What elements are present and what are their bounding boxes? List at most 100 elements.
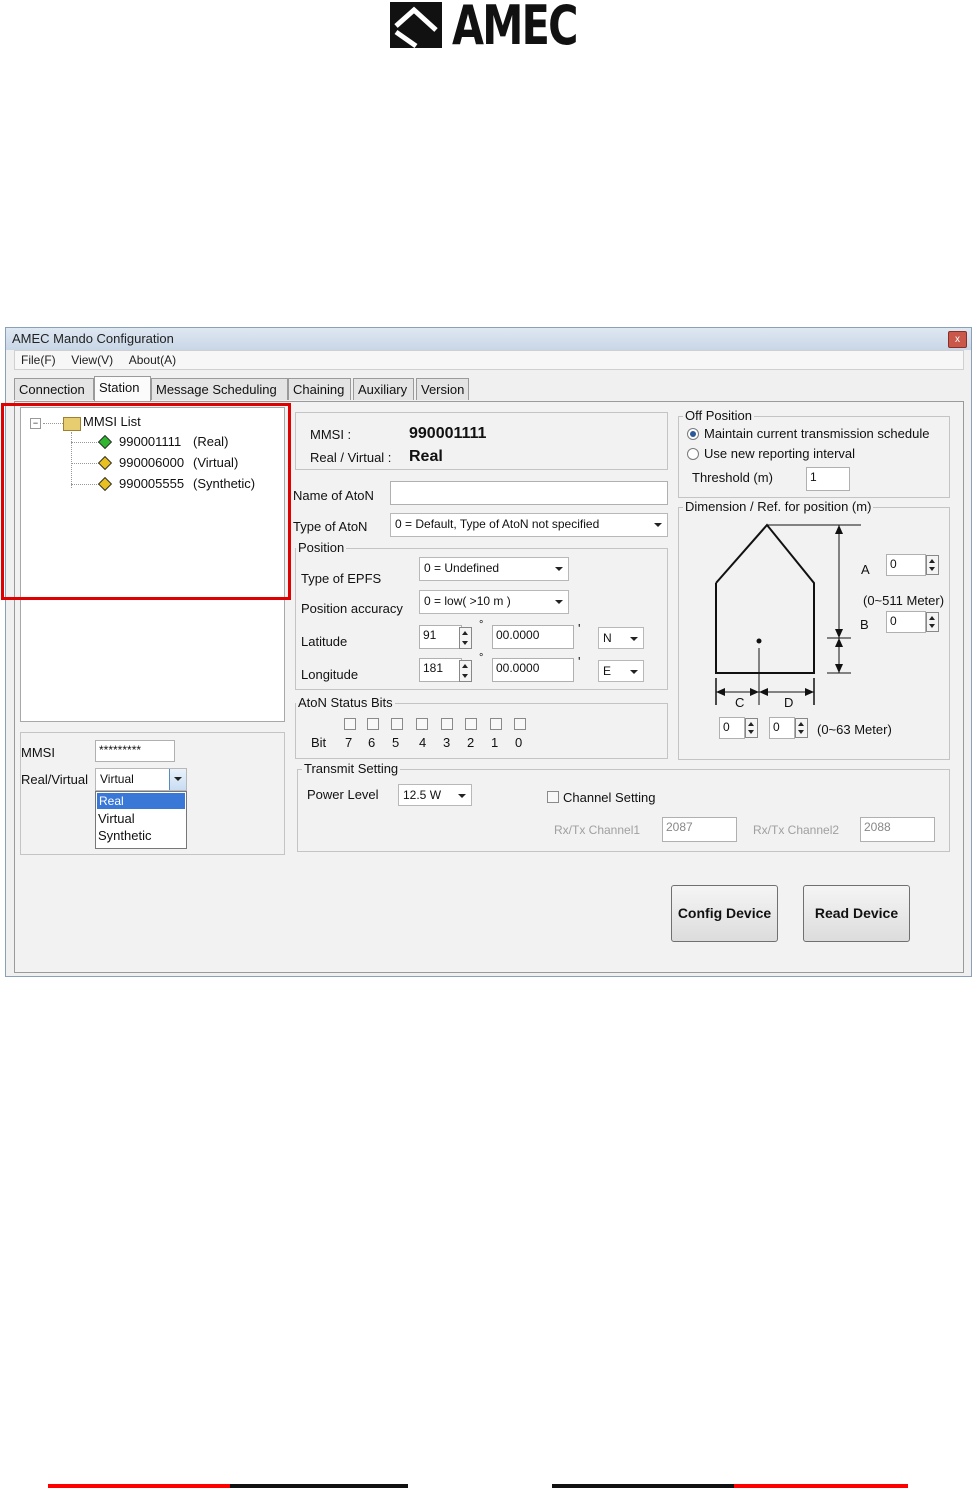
longitude-direction-select[interactable]: E bbox=[598, 660, 644, 682]
latitude-degree-spinner[interactable] bbox=[459, 627, 472, 649]
dim-b-input[interactable]: 0 bbox=[886, 611, 926, 633]
option-synthetic[interactable]: Synthetic bbox=[96, 827, 186, 844]
tab-version[interactable]: Version bbox=[416, 378, 469, 400]
transmit-title: Transmit Setting bbox=[302, 761, 401, 776]
dim-a-label: A bbox=[861, 562, 870, 577]
status-bit-0-checkbox[interactable] bbox=[514, 718, 526, 730]
maintain-schedule-label: Maintain current transmission schedule bbox=[704, 426, 930, 441]
epfs-select[interactable]: 0 = Undefined bbox=[419, 557, 569, 581]
mmsi-input[interactable]: ********* bbox=[95, 740, 175, 762]
maintain-schedule-radio[interactable] bbox=[687, 428, 699, 440]
tab-station[interactable]: Station bbox=[94, 376, 151, 402]
chevron-down-icon bbox=[630, 637, 638, 641]
read-device-button[interactable]: Read Device bbox=[803, 885, 910, 942]
latitude-degree-input[interactable]: 91 bbox=[419, 625, 462, 649]
footer-line-black bbox=[230, 1484, 408, 1488]
amec-logo: AMEC bbox=[390, 0, 578, 57]
epfs-label: Type of EPFS bbox=[301, 571, 382, 586]
rx-tx-channel2-input[interactable]: 2088 bbox=[860, 817, 935, 842]
longitude-label: Longitude bbox=[301, 667, 359, 682]
minute-symbol: ' bbox=[578, 621, 581, 636]
bit-number: 6 bbox=[368, 735, 376, 750]
threshold-label: Threshold (m) bbox=[692, 470, 773, 485]
position-accuracy-select[interactable]: 0 = low( >10 m ) bbox=[419, 590, 569, 614]
longitude-degree-input[interactable]: 181 bbox=[419, 658, 462, 682]
station-info: MMSI : 990001111 Real / Virtual : Real bbox=[295, 412, 668, 470]
longitude-degree-spinner[interactable] bbox=[459, 660, 472, 682]
new-interval-radio[interactable] bbox=[687, 448, 699, 460]
chevron-down-icon[interactable] bbox=[169, 769, 186, 790]
menu-view[interactable]: View(V) bbox=[65, 351, 119, 369]
menu-file[interactable]: File(F) bbox=[15, 351, 62, 369]
tab-message-scheduling[interactable]: Message Scheduling bbox=[151, 378, 288, 400]
mmsi-label: MMSI bbox=[21, 745, 55, 760]
status-bit-6-checkbox[interactable] bbox=[367, 718, 379, 730]
title-bar: AMEC Mando Configuration x bbox=[6, 328, 971, 350]
menu-about[interactable]: About(A) bbox=[123, 351, 182, 369]
rx-tx-channel1-input[interactable]: 2087 bbox=[662, 817, 737, 842]
off-position-title: Off Position bbox=[683, 408, 754, 423]
dim-b-label: B bbox=[860, 617, 869, 632]
dim-range-511: (0~511 Meter) bbox=[863, 593, 945, 608]
power-level-select[interactable]: 12.5 W bbox=[398, 784, 472, 806]
type-of-aton-select[interactable]: 0 = Default, Type of AtoN not specified bbox=[390, 513, 668, 537]
name-of-aton-input[interactable] bbox=[390, 481, 668, 505]
dimension-group: Dimension / Ref. for position (m) A 0 (0… bbox=[678, 499, 950, 760]
rx-tx-channel1-label: Rx/Tx Channel1 bbox=[554, 823, 641, 837]
close-icon[interactable]: x bbox=[948, 331, 967, 348]
threshold-input[interactable]: 1 bbox=[806, 467, 850, 491]
latitude-label: Latitude bbox=[301, 634, 348, 649]
info-mmsi-value: 990001111 bbox=[409, 425, 487, 442]
status-bit-1-checkbox[interactable] bbox=[490, 718, 502, 730]
logo-mark-icon bbox=[390, 2, 442, 49]
dim-a-spinner[interactable] bbox=[926, 555, 939, 575]
real-virtual-label: Real/Virtual bbox=[21, 772, 88, 787]
longitude-minute-input[interactable]: 00.0000 bbox=[492, 658, 574, 682]
rx-tx-channel2-label: Rx/Tx Channel2 bbox=[753, 823, 840, 837]
status-bit-4-checkbox[interactable] bbox=[416, 718, 428, 730]
dim-c-label: C bbox=[735, 695, 745, 710]
tab-connection[interactable]: Connection bbox=[14, 378, 94, 400]
dim-b-spinner[interactable] bbox=[926, 612, 939, 632]
footer-line-black bbox=[552, 1484, 734, 1488]
chevron-down-icon bbox=[555, 567, 563, 571]
info-mmsi-label: MMSI : bbox=[310, 427, 352, 442]
position-title: Position bbox=[296, 540, 347, 555]
latitude-direction-select[interactable]: N bbox=[598, 627, 644, 649]
power-level-label: Power Level bbox=[307, 787, 379, 802]
channel-setting-checkbox[interactable] bbox=[547, 791, 559, 803]
status-bit-5-checkbox[interactable] bbox=[391, 718, 403, 730]
footer-line-red bbox=[734, 1484, 908, 1488]
status-bit-3-checkbox[interactable] bbox=[441, 718, 453, 730]
dim-range-63: (0~63 Meter) bbox=[817, 722, 892, 737]
channel-setting-label: Channel Setting bbox=[563, 790, 656, 805]
latitude-minute-input[interactable]: 00.0000 bbox=[492, 625, 574, 649]
info-rv-value: Real bbox=[409, 448, 443, 465]
degree-symbol: ° bbox=[479, 619, 484, 631]
name-of-aton-label: Name of AtoN bbox=[293, 488, 374, 503]
dim-d-input[interactable]: 0 bbox=[769, 717, 795, 739]
transmit-setting-group: Transmit Setting Power Level 12.5 W Chan… bbox=[297, 761, 950, 852]
dim-d-spinner[interactable] bbox=[795, 718, 808, 738]
bit-number: 1 bbox=[491, 735, 499, 750]
option-real[interactable]: Real bbox=[97, 793, 185, 809]
new-interval-label: Use new reporting interval bbox=[704, 446, 856, 461]
config-device-button[interactable]: Config Device bbox=[671, 885, 778, 942]
tab-chaining[interactable]: Chaining bbox=[288, 378, 351, 400]
dim-a-input[interactable]: 0 bbox=[886, 554, 926, 576]
position-group: Position Type of EPFS 0 = Undefined Posi… bbox=[295, 540, 668, 690]
off-position-group: Off Position Maintain current transmissi… bbox=[678, 408, 950, 498]
dim-c-input[interactable]: 0 bbox=[719, 717, 745, 739]
mmsi-add-form: MMSI ********* Real/Virtual Virtual Real… bbox=[20, 732, 285, 855]
chevron-down-icon bbox=[630, 670, 638, 674]
real-virtual-select[interactable]: Virtual bbox=[95, 768, 187, 791]
status-bit-7-checkbox[interactable] bbox=[344, 718, 356, 730]
option-virtual[interactable]: Virtual bbox=[96, 810, 186, 827]
bit-number: 3 bbox=[443, 735, 451, 750]
status-bit-2-checkbox[interactable] bbox=[465, 718, 477, 730]
bit-number: 7 bbox=[345, 735, 353, 750]
dim-c-spinner[interactable] bbox=[745, 718, 758, 738]
tab-auxiliary[interactable]: Auxiliary bbox=[353, 378, 414, 400]
chevron-down-icon bbox=[458, 794, 466, 798]
window-title: AMEC Mando Configuration bbox=[12, 331, 174, 346]
